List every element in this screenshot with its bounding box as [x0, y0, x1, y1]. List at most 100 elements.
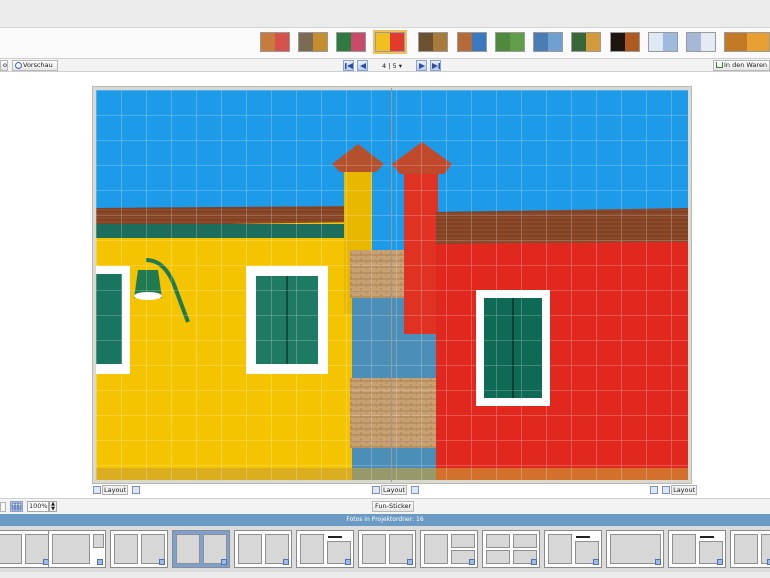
page-selector[interactable]: 4 | 5 ▾ [374, 61, 410, 71]
thumbnail-right-page [548, 33, 562, 51]
page-thumbnail-strip [0, 28, 770, 58]
layout-template[interactable] [358, 530, 416, 568]
cart-label: In den Waren [724, 61, 768, 69]
layout-template[interactable] [730, 530, 770, 568]
thumbnail-right-page [351, 33, 365, 51]
layout-template[interactable] [110, 530, 168, 568]
template-photo-slot [300, 534, 324, 564]
layout-template[interactable] [606, 530, 664, 568]
grid-toggle-button[interactable] [10, 501, 23, 512]
template-photo-slot [424, 534, 448, 564]
thumbnail-right-page [663, 33, 677, 51]
template-photo-slot [176, 534, 200, 564]
layout-template[interactable] [544, 530, 602, 568]
first-page-button[interactable] [343, 60, 354, 71]
layout-template[interactable] [48, 530, 106, 568]
layout-template[interactable] [296, 530, 354, 568]
last-page-button[interactable] [430, 60, 441, 71]
page-thumbnail[interactable] [610, 32, 640, 52]
template-photo-slot [238, 534, 262, 564]
thumbnail-right-page [510, 33, 524, 51]
previous-page-icon [360, 63, 366, 69]
left-toolbar-button[interactable]: o [0, 60, 8, 71]
layout-template[interactable] [668, 530, 726, 568]
template-photo-slot [486, 534, 510, 548]
page-thumbnail[interactable] [418, 32, 448, 52]
page-thumbnail[interactable] [648, 32, 678, 52]
thumbnail-right-page [701, 33, 715, 51]
layout-button-label: Layout [102, 485, 129, 495]
thumbnail-left-page [687, 33, 701, 51]
preview-button[interactable]: Vorschau [12, 60, 58, 71]
page-options-icon[interactable] [650, 486, 658, 494]
page-thumbnail[interactable] [373, 30, 407, 54]
zoom-field[interactable]: 100% [27, 501, 49, 512]
page-thumbnail[interactable] [298, 32, 328, 52]
zoom-stepper[interactable]: ▲ ▼ [49, 501, 57, 512]
template-photo-slot [362, 534, 386, 564]
layout-icon [372, 486, 380, 494]
left-page-layout-button[interactable]: Layout [93, 485, 141, 496]
page-thumbnail[interactable] [686, 32, 716, 52]
thumbnail-left-page [376, 33, 390, 51]
center-layout-button[interactable]: Layout [372, 485, 420, 496]
layout-grid [96, 90, 688, 480]
template-apply-icon [655, 559, 661, 565]
thumbnail-right-page [313, 33, 327, 51]
page-thumbnail[interactable] [533, 32, 563, 52]
project-folder-label: Fotos in Projektordner: 16 [346, 516, 424, 523]
thumbnail-left-page [534, 33, 548, 51]
page-thumbnail[interactable] [336, 32, 366, 52]
template-apply-icon [159, 559, 165, 565]
next-page-button[interactable] [416, 60, 427, 71]
layout-template[interactable] [482, 530, 540, 568]
template-photo-slot [734, 534, 758, 564]
layout-template[interactable] [234, 530, 292, 568]
colorful-houses-photo [96, 90, 688, 480]
fun-sticker-label: Fun-Sticker [375, 502, 412, 510]
template-photo-slot [114, 534, 138, 564]
layout-template[interactable] [0, 530, 52, 568]
thumbnail-left-page [649, 33, 663, 51]
template-photo-slot [513, 534, 537, 548]
template-apply-icon [221, 559, 227, 565]
project-folder-bar: Fotos in Projektordner: 16 [0, 514, 770, 526]
thumbnail-right-page [625, 33, 639, 51]
page-thumbnail[interactable] [457, 32, 487, 52]
fun-sticker-button[interactable]: Fun-Sticker [372, 501, 414, 512]
preview-label: Vorschau [23, 61, 53, 69]
template-photo-slot [486, 550, 510, 564]
thumbnail-right-page [586, 33, 600, 51]
first-page-icon [345, 63, 353, 69]
layout-icon [93, 486, 101, 494]
spread-options-icon[interactable] [411, 486, 420, 494]
chevron-down-icon: ▾ [398, 62, 402, 70]
chevron-down-icon[interactable] [0, 502, 6, 512]
bottom-controls: 100% ▲ ▼ Fun-Sticker [0, 498, 770, 514]
right-page-layout-button[interactable]: Layout [650, 485, 698, 496]
thumbnail-right-page [747, 33, 769, 51]
page-options-icon[interactable] [132, 486, 141, 494]
template-text-line [576, 536, 590, 538]
cart-icon [716, 62, 723, 68]
layout-template[interactable] [420, 530, 478, 568]
template-photo-slot [672, 534, 696, 564]
page-thumbnail[interactable] [571, 32, 601, 52]
thumbnail-left-page [496, 33, 510, 51]
page-thumbnail[interactable] [495, 32, 525, 52]
add-to-cart-button[interactable]: In den Waren [713, 60, 770, 71]
template-apply-icon [283, 559, 289, 565]
thumbnail-left-page [261, 33, 275, 51]
thumbnail-right-page [472, 33, 486, 51]
previous-page-button[interactable] [357, 60, 368, 71]
page-thumbnail[interactable] [260, 32, 290, 52]
layout-template[interactable] [172, 530, 230, 568]
magnifier-icon [15, 61, 22, 69]
thumbnail-right-page [390, 33, 404, 51]
thumbnail-left-page [299, 33, 313, 51]
template-photo-slot [0, 534, 22, 564]
thumbnail-right-page [275, 33, 289, 51]
thumbnail-left-page [337, 33, 351, 51]
page-thumbnail[interactable] [724, 32, 770, 52]
page-photo[interactable] [96, 90, 688, 480]
